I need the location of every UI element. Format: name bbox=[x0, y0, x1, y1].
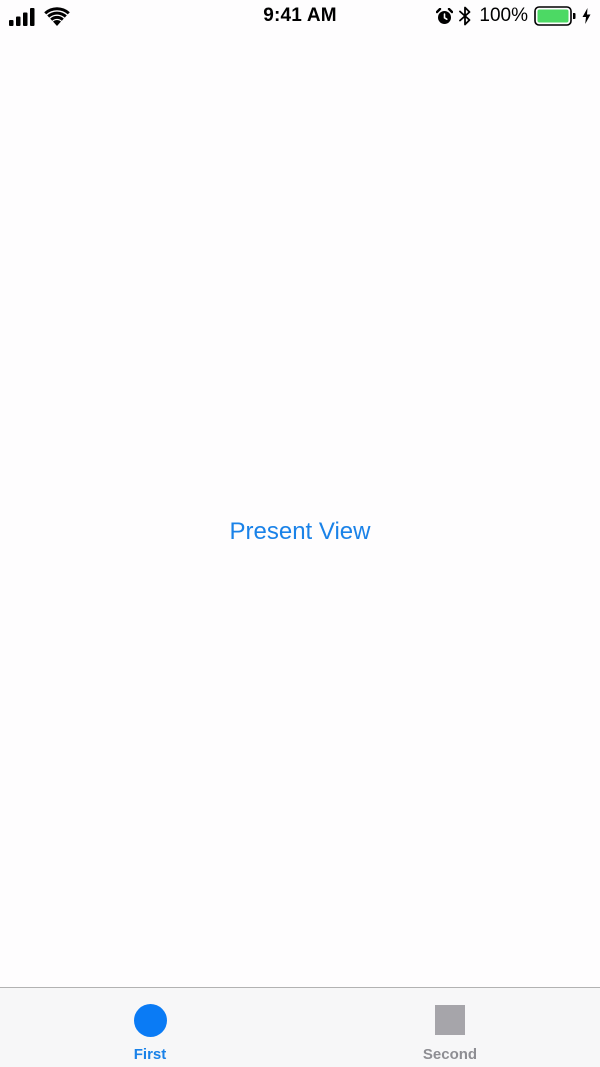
tab-second[interactable]: Second bbox=[300, 988, 600, 1067]
tab-first-icon-wrap bbox=[0, 1004, 300, 1037]
alarm-icon bbox=[436, 7, 454, 24]
square-icon bbox=[435, 1005, 465, 1035]
battery-percent: 100% bbox=[479, 5, 528, 26]
tab-second-icon-wrap bbox=[300, 1004, 600, 1037]
tab-bar: First Second bbox=[0, 987, 600, 1067]
status-right: 100% bbox=[436, 5, 591, 27]
present-view-button[interactable]: Present View bbox=[0, 518, 600, 546]
battery-icon bbox=[534, 6, 576, 26]
tab-first[interactable]: First bbox=[0, 988, 300, 1067]
charge-icon bbox=[582, 8, 591, 24]
bluetooth-icon bbox=[459, 6, 471, 26]
tab-first-label: First bbox=[133, 1046, 167, 1063]
status-bar: 9:41 AM 100% bbox=[0, 0, 600, 34]
tab-second-label: Second bbox=[422, 1046, 478, 1063]
circle-icon bbox=[133, 1004, 167, 1037]
screen: 9:41 AM 100% Present View First Second bbox=[0, 0, 600, 1067]
